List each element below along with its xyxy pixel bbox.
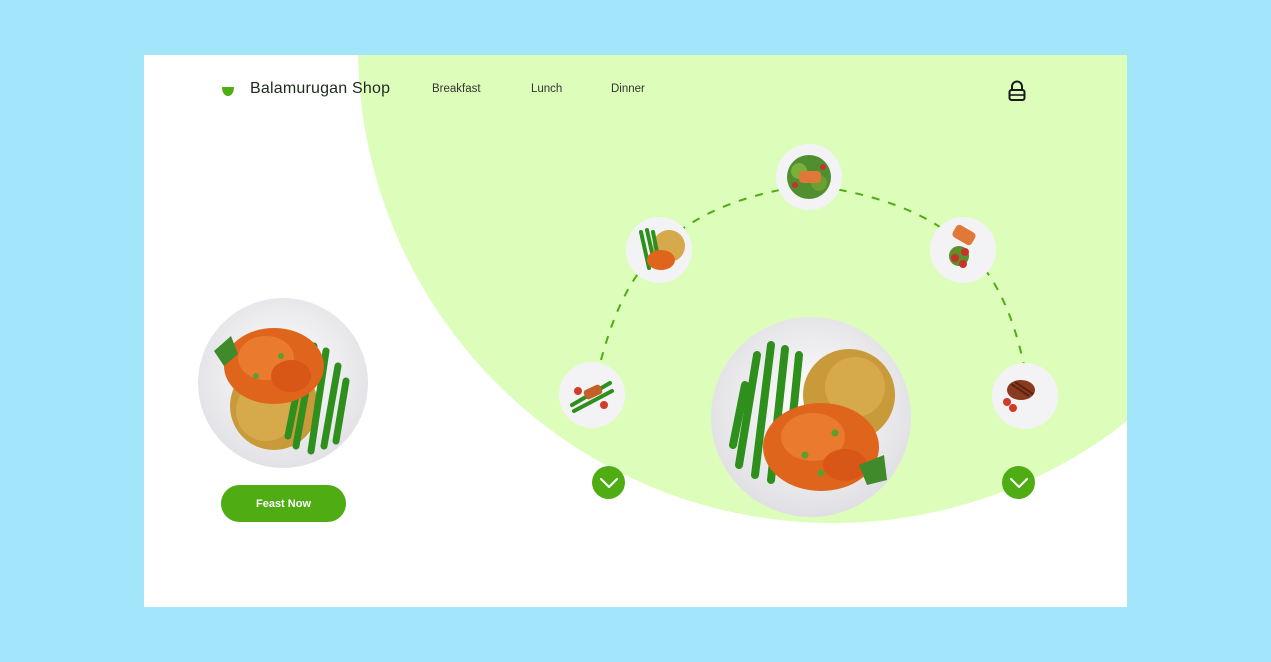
prev-dish-button[interactable]: [592, 466, 625, 499]
dish-thumb-salmon-salad[interactable]: [775, 143, 843, 211]
chevron-down-icon: [599, 477, 618, 488]
dish-thumb-chicken-beans[interactable]: [625, 216, 693, 284]
chevron-down-icon: [1009, 477, 1028, 488]
featured-dish-image: [196, 296, 370, 470]
dish-thumb-skewers[interactable]: [558, 361, 626, 429]
next-dish-button[interactable]: [1002, 466, 1035, 499]
hero-card: Balamurugan Shop Breakfast Lunch Dinner: [144, 55, 1127, 607]
leaf-bowl-icon: [222, 87, 234, 96]
selected-dish-image: [709, 315, 913, 519]
lock-icon[interactable]: [1007, 80, 1027, 102]
dish-thumb-steak[interactable]: [991, 362, 1059, 430]
nav-dinner[interactable]: Dinner: [611, 83, 645, 95]
feast-now-button[interactable]: Feast Now: [221, 485, 346, 522]
brand-name[interactable]: Balamurugan Shop: [250, 80, 390, 98]
nav-lunch[interactable]: Lunch: [531, 83, 562, 95]
nav-breakfast[interactable]: Breakfast: [432, 83, 481, 95]
dish-thumb-salmon-tomato[interactable]: [929, 216, 997, 284]
